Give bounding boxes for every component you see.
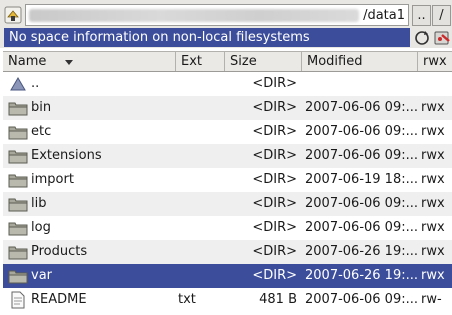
file-modified: 2007-06-06 09:... — [305, 100, 417, 115]
file-size: <DIR> — [252, 76, 297, 91]
file-modified — [305, 72, 417, 96]
file-ext — [178, 192, 223, 216]
file-permissions — [421, 72, 452, 96]
file-row[interactable]: Products <DIR> 2007-06-26 19:... rwx — [3, 240, 452, 264]
file-modified: 2007-06-06 09:... — [305, 220, 417, 235]
file-permissions: rwx — [421, 268, 445, 283]
refresh-icon[interactable] — [413, 29, 431, 47]
file-row[interactable]: Extensions <DIR> 2007-06-06 09:... rwx — [3, 144, 452, 168]
file-name: import — [31, 172, 74, 187]
file-permissions: rwx — [421, 100, 445, 115]
file-ext — [178, 72, 223, 96]
file-permissions: rw- — [421, 292, 442, 307]
file-permissions: rwx — [421, 148, 445, 163]
parent-dir-button[interactable]: .. — [412, 5, 431, 26]
file-name: etc — [31, 124, 52, 139]
file-ext — [178, 216, 223, 240]
file-size: 481 B — [259, 292, 297, 307]
file-modified: 2007-06-26 19:... — [305, 244, 417, 259]
file-size: <DIR> — [252, 172, 297, 187]
column-header-size[interactable]: Size — [225, 52, 302, 71]
file-name: log — [31, 220, 51, 235]
file-ext — [178, 120, 223, 144]
file-name: lib — [31, 196, 47, 211]
file-row-parent[interactable]: .. <DIR> — [3, 72, 452, 96]
folder-icon — [8, 123, 28, 141]
root-dir-button[interactable]: / — [432, 5, 451, 26]
file-row[interactable]: etc <DIR> 2007-06-06 09:... rwx — [3, 120, 452, 144]
file-permissions: rwx — [421, 172, 445, 187]
column-header-rwx[interactable]: rwx — [418, 52, 452, 71]
history-icon[interactable] — [3, 5, 23, 25]
folder-icon — [8, 147, 28, 165]
file-row[interactable]: README txt 481 B 2007-06-06 09:... rw- — [3, 288, 452, 312]
file-ext — [178, 96, 223, 120]
file-modified: 2007-06-19 18:... — [305, 172, 417, 187]
file-row[interactable]: bin <DIR> 2007-06-06 09:... rwx — [3, 96, 452, 120]
file-name: .. — [31, 76, 40, 91]
file-name: Extensions — [31, 148, 102, 163]
disk-info-icon[interactable] — [433, 29, 451, 47]
file-row[interactable]: lib <DIR> 2007-06-06 09:... rwx — [3, 192, 452, 216]
folder-icon — [8, 195, 28, 213]
file-permissions: rwx — [421, 244, 445, 259]
folder-icon — [8, 243, 28, 261]
file-modified: 2007-06-06 09:... — [305, 148, 417, 163]
column-header-name[interactable]: Name — [3, 52, 176, 71]
filesystem-info-message: No space information on non-local filesy… — [4, 28, 410, 47]
file-modified: 2007-06-06 09:... — [305, 292, 417, 307]
folder-icon — [8, 171, 28, 189]
file-modified: 2007-06-06 09:... — [305, 196, 417, 211]
folder-icon — [8, 219, 28, 237]
sort-descending-icon — [65, 60, 73, 65]
file-row[interactable]: log <DIR> 2007-06-06 09:... rwx — [3, 216, 452, 240]
info-bar: No space information on non-local filesy… — [0, 28, 452, 48]
folder-icon — [8, 99, 28, 117]
file-size: <DIR> — [252, 100, 297, 115]
file-size: <DIR> — [252, 268, 297, 283]
file-list: .. <DIR> bin <DIR> 2007-06-06 09:... rwx… — [3, 72, 452, 315]
up-dir-icon — [8, 75, 28, 93]
file-name: Products — [31, 244, 88, 259]
file-size: <DIR> — [252, 196, 297, 211]
file-row[interactable]: import <DIR> 2007-06-19 18:... rwx — [3, 168, 452, 192]
path-bar: /data1 .. / — [0, 0, 452, 28]
file-size: <DIR> — [252, 220, 297, 235]
column-header-name-label: Name — [8, 54, 47, 69]
column-header-modified[interactable]: Modified — [302, 52, 418, 71]
folder-icon — [8, 267, 28, 285]
file-name: var — [31, 268, 53, 283]
file-name: bin — [31, 100, 52, 115]
column-header: Name Ext Size Modified rwx — [3, 51, 452, 72]
file-row-selected[interactable]: var <DIR> 2007-06-26 19:... rwx — [3, 264, 452, 288]
obscured-path-text — [29, 9, 359, 22]
text-file-icon — [8, 291, 28, 309]
file-ext: txt — [178, 292, 196, 307]
file-permissions: rwx — [421, 196, 445, 211]
file-size: <DIR> — [252, 148, 297, 163]
file-ext — [178, 144, 223, 168]
file-size: <DIR> — [252, 244, 297, 259]
file-permissions: rwx — [421, 124, 445, 139]
file-permissions: rwx — [421, 220, 445, 235]
file-modified: 2007-06-06 09:... — [305, 124, 417, 139]
file-size: <DIR> — [252, 124, 297, 139]
path-input[interactable]: /data1 — [25, 4, 409, 26]
file-modified: 2007-06-26 19:... — [305, 268, 417, 283]
column-header-ext[interactable]: Ext — [176, 52, 225, 71]
path-tail-text: /data1 — [363, 8, 405, 23]
file-ext — [178, 264, 223, 288]
file-ext — [178, 168, 223, 192]
file-ext — [178, 240, 223, 264]
file-name: README — [31, 292, 87, 307]
